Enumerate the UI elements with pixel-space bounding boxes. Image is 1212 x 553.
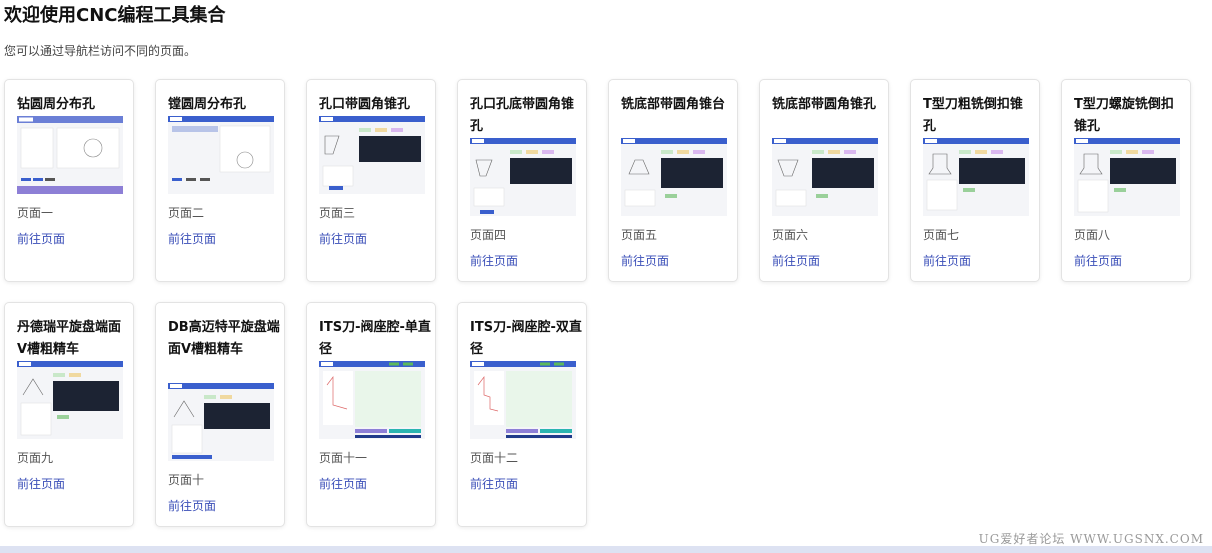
go-to-page-link[interactable]: 前往页面 xyxy=(17,230,65,248)
forum-watermark: UG爱好者论坛 WWW.UGSNX.COM xyxy=(978,532,1204,546)
page-preview-thumbnail xyxy=(470,138,576,216)
page-preview-thumbnail xyxy=(772,138,878,216)
card-title: ITS刀-阀座腔-单直径 xyxy=(319,320,431,357)
page-preview-thumbnail xyxy=(319,361,425,439)
go-to-page-link[interactable]: 前往页面 xyxy=(168,497,216,515)
card-subtitle: 页面九 xyxy=(17,451,54,465)
tool-card-3[interactable]: 孔口带圆角锥孔 页面三 前往页面 xyxy=(306,79,436,282)
page-preview-thumbnail xyxy=(470,361,576,439)
card-title: 钻圆周分布孔 xyxy=(17,97,96,112)
go-to-page-link[interactable]: 前往页面 xyxy=(319,230,367,248)
card-subtitle: 页面五 xyxy=(621,228,658,242)
card-subtitle: 页面四 xyxy=(470,228,507,242)
page-preview-thumbnail xyxy=(621,138,727,216)
card-title: ITS刀-阀座腔-双直径 xyxy=(470,320,582,357)
tool-card-8[interactable]: T型刀螺旋铣倒扣锥孔 页面八 前往页面 xyxy=(1061,79,1191,282)
card-title: DB高迈特平旋盘端面V槽粗精车 xyxy=(168,320,280,357)
tool-card-7[interactable]: T型刀粗铣倒扣锥孔 页面七 前往页面 xyxy=(910,79,1040,282)
card-title: T型刀螺旋铣倒扣锥孔 xyxy=(1074,97,1174,134)
bottom-bar xyxy=(0,546,1212,553)
page-preview-thumbnail xyxy=(168,383,274,461)
card-subtitle: 页面十一 xyxy=(319,451,368,465)
tool-card-4[interactable]: 孔口孔底带圆角锥孔 页面四 前往页面 xyxy=(457,79,587,282)
go-to-page-link[interactable]: 前往页面 xyxy=(772,252,820,270)
card-title: T型刀粗铣倒扣锥孔 xyxy=(923,97,1023,134)
go-to-page-link[interactable]: 前往页面 xyxy=(621,252,669,270)
page-subtitle: 您可以通过导航栏访问不同的页面。 xyxy=(4,44,197,58)
card-subtitle: 页面二 xyxy=(168,206,205,220)
page-preview-thumbnail xyxy=(17,361,123,439)
card-title: 铣底部带圆角锥台 xyxy=(621,97,726,112)
tool-card-1[interactable]: 钻圆周分布孔 页面一 前往页面 xyxy=(4,79,134,282)
card-title: 镗圆周分布孔 xyxy=(168,97,247,112)
page-preview-thumbnail xyxy=(1074,138,1180,216)
card-subtitle: 页面十二 xyxy=(470,451,519,465)
page-preview-thumbnail xyxy=(17,116,123,194)
tool-card-5[interactable]: 铣底部带圆角锥台 页面五 前往页面 xyxy=(608,79,738,282)
go-to-page-link[interactable]: 前往页面 xyxy=(470,252,518,270)
card-subtitle: 页面八 xyxy=(1074,228,1111,242)
card-title: 丹德瑞平旋盘端面V槽粗精车 xyxy=(17,320,122,357)
tool-card-9[interactable]: 丹德瑞平旋盘端面V槽粗精车 页面九 前往页面 xyxy=(4,302,134,527)
card-subtitle: 页面三 xyxy=(319,206,356,220)
go-to-page-link[interactable]: 前往页面 xyxy=(319,475,367,493)
tool-card-2[interactable]: 镗圆周分布孔 页面二 前往页面 xyxy=(155,79,285,282)
card-subtitle: 页面七 xyxy=(923,228,960,242)
go-to-page-link[interactable]: 前往页面 xyxy=(470,475,518,493)
go-to-page-link[interactable]: 前往页面 xyxy=(923,252,971,270)
tool-card-12[interactable]: ITS刀-阀座腔-双直径 页面十二 前往页面 xyxy=(457,302,587,527)
go-to-page-link[interactable]: 前往页面 xyxy=(168,230,216,248)
page-preview-thumbnail xyxy=(319,116,425,194)
page-preview-thumbnail xyxy=(168,116,274,194)
tool-card-11[interactable]: ITS刀-阀座腔-单直径 页面十一 前往页面 xyxy=(306,302,436,527)
page-preview-thumbnail xyxy=(923,138,1029,216)
tool-card-10[interactable]: DB高迈特平旋盘端面V槽粗精车 页面十 前往页面 xyxy=(155,302,285,527)
card-title: 孔口孔底带圆角锥孔 xyxy=(470,97,575,134)
tool-card-6[interactable]: 铣底部带圆角锥孔 页面六 前往页面 xyxy=(759,79,889,282)
go-to-page-link[interactable]: 前往页面 xyxy=(1074,252,1122,270)
card-title: 铣底部带圆角锥孔 xyxy=(772,97,877,112)
go-to-page-link[interactable]: 前往页面 xyxy=(17,475,65,493)
card-title: 孔口带圆角锥孔 xyxy=(319,97,411,112)
card-subtitle: 页面六 xyxy=(772,228,809,242)
card-subtitle: 页面十 xyxy=(168,473,205,487)
page-title: 欢迎使用CNC编程工具集合 xyxy=(4,5,226,26)
card-subtitle: 页面一 xyxy=(17,206,54,220)
